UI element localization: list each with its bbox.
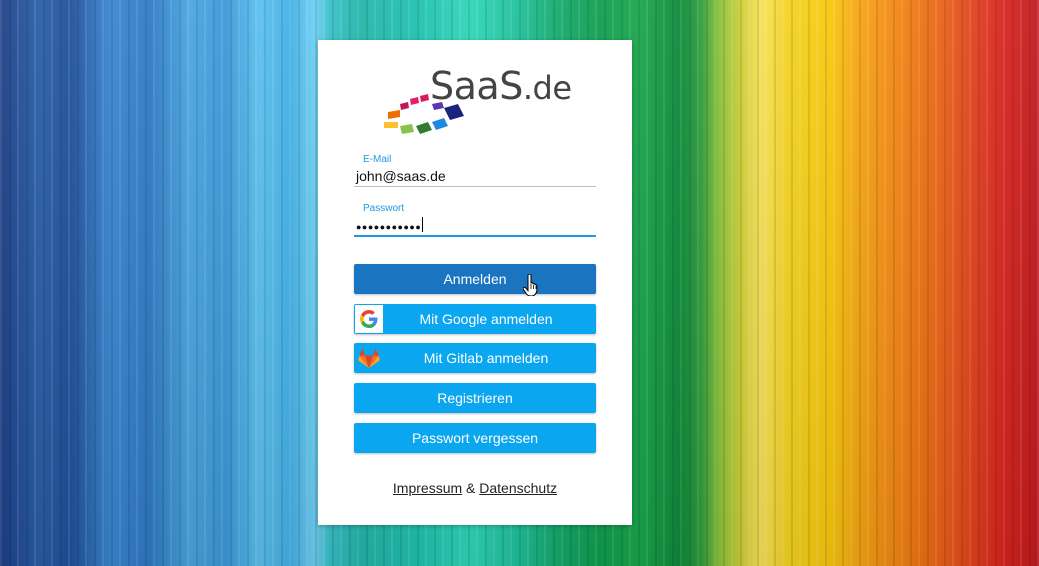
register-button[interactable]: Registrieren <box>354 383 596 413</box>
password-input[interactable]: ●●●●●●●●●●● <box>354 215 594 235</box>
footer-links: Impressum & Datenschutz <box>318 480 632 496</box>
login-button-label: Anmelden <box>443 271 507 287</box>
password-label: Passwort <box>363 203 405 214</box>
forgot-password-button-label: Passwort vergessen <box>411 430 539 446</box>
gitlab-login-button[interactable]: Mit Gitlab anmelden <box>354 343 596 373</box>
saas-logo: SaaS.de <box>378 64 578 134</box>
text-caret <box>422 217 424 232</box>
email-underline <box>354 186 596 187</box>
google-login-button[interactable]: Mit Google anmelden <box>354 304 596 334</box>
login-button[interactable]: Anmelden <box>354 264 596 294</box>
impressum-link[interactable]: Impressum <box>393 480 462 496</box>
password-field[interactable]: Passwort ●●●●●●●●●●● <box>354 203 596 237</box>
hand-pointer-icon <box>523 274 538 296</box>
password-value: ●●●●●●●●●●● <box>356 222 422 232</box>
gitlab-icon <box>355 344 383 372</box>
footer-separator: & <box>466 480 476 496</box>
email-label: E-Mail <box>363 154 392 165</box>
login-card: SaaS.de E-Mail john@saas.de Passwort ●●●… <box>318 40 632 525</box>
gitlab-button-label: Mit Gitlab anmelden <box>423 350 549 366</box>
forgot-password-button[interactable]: Passwort vergessen <box>354 423 596 453</box>
register-button-label: Registrieren <box>437 390 513 406</box>
google-button-label: Mit Google anmelden <box>419 311 553 327</box>
google-icon <box>355 305 383 333</box>
logo-wordmark: SaaS.de <box>430 64 572 108</box>
privacy-link[interactable]: Datenschutz <box>479 480 557 496</box>
email-input[interactable]: john@saas.de <box>354 166 594 186</box>
email-field[interactable]: E-Mail john@saas.de <box>354 154 596 187</box>
password-underline <box>354 235 596 237</box>
